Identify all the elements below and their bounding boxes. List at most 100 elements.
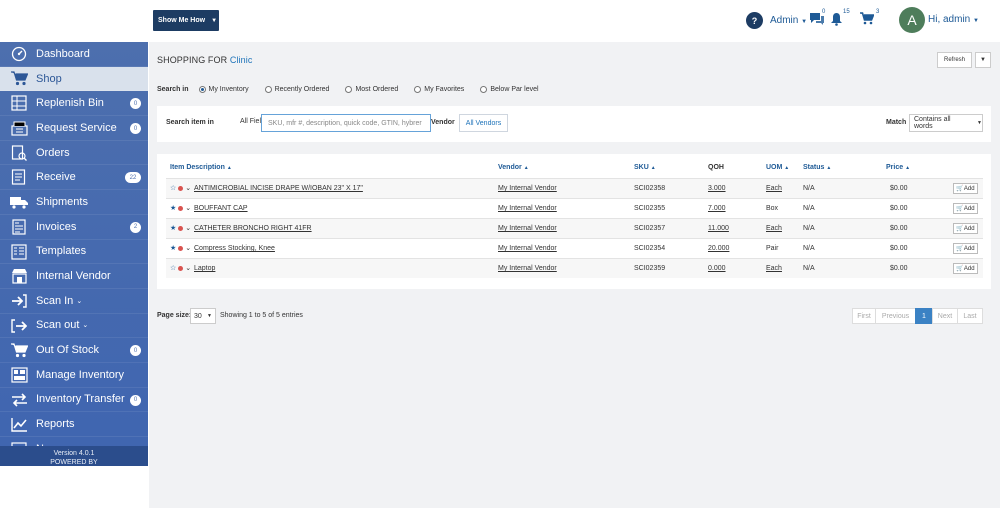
column-header-status[interactable]: Status ▲: [803, 164, 831, 171]
help-icon[interactable]: ?: [746, 12, 763, 29]
item-description[interactable]: BOUFFANT CAP: [194, 205, 248, 212]
star-filled-icon[interactable]: ★: [170, 224, 176, 232]
pager-page-1[interactable]: 1: [915, 308, 933, 324]
sidebar-item-shop[interactable]: Shop: [0, 66, 148, 92]
chevron-down-icon: ⌄: [76, 297, 83, 305]
item-description[interactable]: ANTIMICROBIAL INCISE DRAPE W/IOBAN 23" X…: [194, 185, 363, 192]
vendor-label: Vendor: [431, 119, 455, 126]
column-header-uom[interactable]: UOM ▲: [766, 164, 789, 171]
sidebar-item-out-of-stock[interactable]: Out Of Stock 0: [0, 338, 148, 363]
radio-my-favorites[interactable]: My Favorites: [414, 86, 464, 93]
item-status: N/A: [803, 185, 815, 192]
star-outline-icon[interactable]: ☆: [170, 184, 176, 192]
sidebar-item-invoices[interactable]: Invoices 2: [0, 215, 148, 240]
admin-menu[interactable]: Admin ▼: [770, 15, 807, 26]
search-in-options: Search in My Inventory Recently Ordered …: [157, 86, 555, 93]
item-description[interactable]: Compress Stocking, Knee: [194, 245, 275, 252]
column-header-vendor[interactable]: Vendor ▲: [498, 164, 529, 171]
pager-last[interactable]: Last: [957, 308, 983, 324]
sidebar-item-scan-in[interactable]: Scan In ⌄: [0, 289, 148, 314]
refresh-button[interactable]: Refresh: [937, 52, 972, 68]
sort-icon: ▲: [826, 165, 832, 171]
add-label: Add: [963, 245, 975, 252]
star-outline-icon[interactable]: ☆: [170, 264, 176, 272]
sidebar-item-label: Manage Inventory: [36, 368, 125, 381]
sidebar-item-receive[interactable]: Receive 22: [0, 165, 148, 191]
item-qoh[interactable]: 20.000: [708, 245, 729, 252]
chevron-down-icon[interactable]: ⌄: [185, 264, 191, 272]
sidebar-item-label: Out Of Stock: [36, 344, 99, 357]
item-uom: Pair: [766, 245, 779, 252]
add-to-cart-button[interactable]: 🛒 Add: [953, 263, 978, 274]
sidebar-item-shipments[interactable]: Shipments: [0, 190, 148, 215]
chevron-down-icon[interactable]: ⌄: [185, 204, 191, 212]
add-to-cart-button[interactable]: 🛒 Add: [953, 203, 978, 214]
star-filled-icon[interactable]: ★: [170, 244, 176, 252]
sidebar-item-request-service[interactable]: Request Service 0: [0, 116, 148, 141]
avatar[interactable]: A: [899, 7, 925, 33]
sidebar: Dashboard Shop Replenish Bin 0 Request S…: [0, 42, 148, 466]
item-vendor[interactable]: My Internal Vendor: [498, 185, 557, 192]
pager-next[interactable]: Next: [932, 308, 958, 324]
item-uom[interactable]: Each: [766, 185, 782, 192]
item-description[interactable]: Laptop: [194, 265, 215, 272]
page-size-select[interactable]: 30 ▼: [190, 308, 216, 324]
item-qoh[interactable]: 3.000: [708, 185, 726, 192]
sidebar-item-orders[interactable]: Orders: [0, 141, 148, 166]
sidebar-item-internal-vendor[interactable]: Internal Vendor: [0, 264, 148, 289]
add-to-cart-button[interactable]: 🛒 Add: [953, 243, 978, 254]
item-vendor[interactable]: My Internal Vendor: [498, 225, 557, 232]
add-label: Add: [963, 265, 975, 272]
column-header-description[interactable]: Item Description ▲: [170, 164, 232, 171]
sidebar-item-templates[interactable]: Templates: [0, 240, 148, 265]
column-header-qoh: QOH: [708, 164, 724, 171]
item-vendor[interactable]: My Internal Vendor: [498, 205, 557, 212]
radio-below-par-level[interactable]: Below Par level: [480, 86, 539, 93]
item-vendor[interactable]: My Internal Vendor: [498, 265, 557, 272]
radio-most-ordered[interactable]: Most Ordered: [345, 86, 398, 93]
sidebar-item-scan-out[interactable]: Scan out ⌄: [0, 314, 148, 339]
column-header-sku[interactable]: SKU ▲: [634, 164, 656, 171]
item-vendor[interactable]: My Internal Vendor: [498, 245, 557, 252]
sort-icon: ▲: [226, 165, 232, 171]
location-link[interactable]: Clinic: [230, 55, 253, 65]
admin-label: Admin: [770, 15, 799, 26]
chevron-down-icon[interactable]: ⌄: [185, 244, 191, 252]
radio-my-inventory[interactable]: My Inventory: [198, 86, 249, 93]
item-qoh[interactable]: 0.000: [708, 265, 726, 272]
match-select[interactable]: Contains all words ▼: [909, 114, 983, 132]
sidebar-item-reports[interactable]: Reports: [0, 412, 148, 437]
pager-previous[interactable]: Previous: [875, 308, 916, 324]
sidebar-item-dashboard[interactable]: Dashboard: [0, 42, 148, 67]
vendor-select-button[interactable]: All Vendors: [459, 114, 508, 132]
item-sku: SCI02355: [634, 205, 666, 212]
item-uom[interactable]: Each: [766, 265, 782, 272]
table-row: ☆ ⌄ Laptop My Internal Vendor SCI02359 0…: [166, 258, 983, 278]
pager-first[interactable]: First: [852, 308, 876, 324]
chevron-down-icon[interactable]: ⌄: [185, 224, 191, 232]
bell-icon[interactable]: [830, 12, 843, 31]
radio-recently-ordered[interactable]: Recently Ordered: [264, 86, 329, 93]
caret-down-icon: ▼: [980, 57, 986, 63]
refresh-dropdown-button[interactable]: ▼: [975, 52, 991, 68]
sidebar-item-manage-inventory[interactable]: Manage Inventory: [0, 363, 148, 388]
column-header-price[interactable]: Price ▲: [886, 164, 910, 171]
user-menu[interactable]: Hi, admin ▼: [928, 14, 979, 25]
sidebar-item-inventory-transfer[interactable]: Inventory Transfer 0: [0, 388, 148, 413]
main-content: SHOPPING FOR Clinic Refresh ▼ Search in …: [149, 42, 1000, 508]
add-to-cart-button[interactable]: 🛒 Add: [953, 183, 978, 194]
badge: 0: [130, 345, 141, 357]
table-row: ★ ⌄ Compress Stocking, Knee My Internal …: [166, 238, 983, 258]
show-me-how-button[interactable]: Show Me How ▼: [153, 10, 219, 31]
chevron-down-icon[interactable]: ⌄: [185, 184, 191, 192]
sidebar-item-replenish-bin[interactable]: Replenish Bin 0: [0, 91, 148, 117]
sidebar-item-label: Invoices: [36, 220, 77, 233]
item-qoh[interactable]: 11.000: [708, 225, 729, 232]
add-to-cart-button[interactable]: 🛒 Add: [953, 223, 978, 234]
search-input[interactable]: SKU, mfr #, description, quick code, GTI…: [261, 114, 431, 132]
star-filled-icon[interactable]: ★: [170, 204, 176, 212]
item-uom[interactable]: Each: [766, 225, 782, 232]
item-qoh[interactable]: 7.000: [708, 205, 726, 212]
item-description[interactable]: CATHETER BRONCHO RIGHT 41FR: [194, 225, 312, 232]
cart-icon[interactable]: [860, 12, 875, 30]
